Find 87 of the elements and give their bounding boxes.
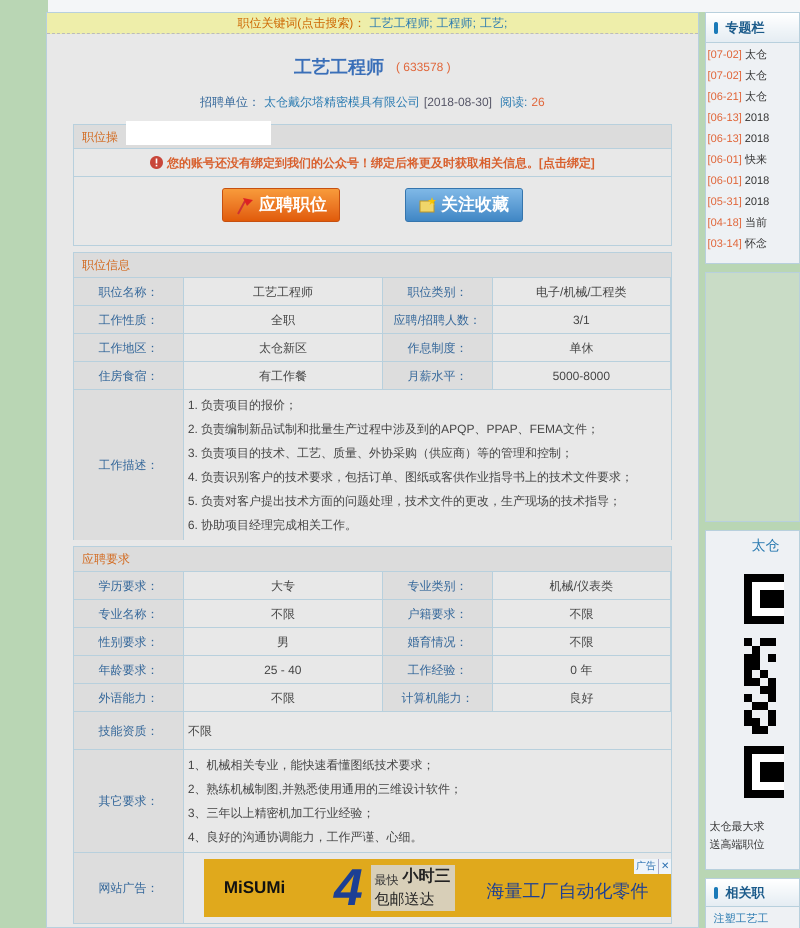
field-label: 网站广告： [74, 853, 184, 923]
header-marker-icon [714, 886, 718, 898]
company-label: 招聘单位： [200, 94, 260, 111]
company-link[interactable]: 太仓戴尔塔精密模具有限公司 [264, 93, 420, 111]
ad-number: 4 [334, 862, 363, 914]
field-label: 计算机能力： [382, 684, 493, 711]
description-line: 4. 负责识别客户的技术要求，包括订单、图纸或客供作业指导书上的技术文件要求； [188, 469, 634, 486]
description-line: 1. 负责项目的报价； [188, 397, 298, 414]
topic-link[interactable]: 2018 [744, 110, 770, 127]
qr-caption: 送高端职位 [708, 838, 766, 853]
section-header: 应聘要求 [82, 551, 130, 568]
related-job-link[interactable]: 注塑工艺工 [706, 907, 799, 928]
field-label: 外语能力： [74, 684, 184, 711]
field-label: 工作地区： [74, 334, 184, 361]
ad-tag: 广告 [634, 859, 658, 874]
topic-link[interactable]: 当前 [744, 215, 767, 232]
field-label: 作息制度： [382, 334, 493, 361]
keyword-label: 职位关键词(点击搜索)： [237, 15, 366, 32]
field-label: 工作性质： [74, 306, 184, 333]
keyword-link[interactable]: 工艺; [480, 14, 508, 32]
topic-link[interactable]: 2018 [744, 173, 770, 190]
field-label: 学历要求： [74, 572, 184, 599]
section-header: 职位信息 [82, 257, 130, 274]
field-label: 职位名称： [74, 278, 184, 305]
description-line: 3. 负责项目的技术、工艺、质量、外协采购（供应商）等的管理和控制； [188, 445, 574, 462]
topic-date: [07-02] [708, 69, 742, 84]
topic-link[interactable]: 快来 [744, 152, 767, 169]
job-id: ( 633578 ) [396, 59, 451, 76]
topic-date: [07-02] [708, 48, 742, 64]
topic-date: [06-01] [708, 153, 742, 168]
topic-date: [04-18] [708, 216, 742, 232]
topic-link[interactable]: 2018 [744, 194, 770, 211]
reads-label: 阅读: [500, 94, 528, 111]
field-label: 月薪水平： [382, 362, 493, 389]
field-label: 技能资质： [74, 712, 184, 749]
field-label: 应聘/招聘人数： [382, 306, 493, 333]
flag-icon [234, 195, 255, 215]
field-label: 年龄要求： [74, 656, 184, 683]
topic-link[interactable]: 太仓 [744, 68, 767, 85]
topic-link[interactable]: 太仓 [744, 89, 767, 106]
description-line: 2、熟练机械制图,并熟悉使用通用的三维设计软件； [188, 781, 463, 798]
reads-count: 26 [531, 94, 545, 111]
description-line: 2. 负责编制新品试制和批量生产过程中涉及到的APQP、PPAP、FEMA文件； [188, 421, 600, 438]
field-label: 其它要求： [74, 750, 184, 852]
description-line: 5. 负责对客户提出技术方面的问题处理，技术文件的更改，生产现场的技术指导； [188, 493, 622, 510]
post-date: [2018-08-30] [424, 94, 492, 111]
topic-date: [03-14] [708, 237, 742, 252]
panel-title: 相关职 [726, 884, 765, 902]
topic-link[interactable]: 2018 [744, 131, 770, 148]
section-header: 职位操 [82, 128, 118, 146]
job-title: 工艺工程师 [294, 56, 384, 78]
field-label: 专业名称： [74, 600, 184, 627]
topic-date: [05-31] [708, 195, 742, 210]
description-line: 4、良好的沟通协调能力，工作严谨、心细。 [188, 829, 424, 846]
field-label: 专业类别： [382, 572, 493, 599]
topic-date: [06-13] [708, 132, 742, 148]
description-line: 不限 [188, 722, 213, 740]
ad-text: 包邮送达 [374, 890, 436, 910]
description-line: 3、三年以上精密机加工行业经验； [188, 805, 376, 822]
topic-date: [06-13] [708, 111, 742, 126]
ad-brand: MiSUMi [224, 877, 286, 900]
field-label: 工作描述： [74, 390, 184, 540]
topic-date: [06-21] [708, 90, 742, 106]
topic-date: [06-01] [708, 174, 742, 190]
topic-link[interactable]: 太仓 [744, 47, 767, 64]
panel-title: 专题栏 [726, 18, 765, 37]
field-label: 性别要求： [74, 628, 184, 655]
field-label: 职位类别： [382, 278, 493, 305]
description-line: 6. 协助项目经理完成相关工作。 [188, 517, 358, 534]
close-button[interactable]: ✕ [658, 859, 671, 874]
field-label: 婚育情况： [382, 628, 493, 655]
field-label: 户籍要求： [382, 600, 493, 627]
field-label: 工作经验： [382, 656, 493, 683]
keyword-link[interactable]: 工艺工程师; [369, 14, 433, 32]
header-marker-icon [714, 22, 718, 34]
ad-text: 小时三 [402, 866, 451, 887]
ad-slogan: 海量工厂自动化零件 [486, 880, 649, 902]
field-label: 住房食宿： [74, 362, 184, 389]
description-line: 1、机械相关专业，能快速看懂图纸技术要求； [188, 757, 436, 774]
qr-title: 太仓 [750, 536, 781, 555]
alert-icon [150, 156, 163, 169]
qr-caption: 太仓最大求 [708, 820, 766, 835]
ad-text: 最快 [374, 872, 399, 889]
keyword-link[interactable]: 工程师; [436, 14, 476, 32]
bind-notice: 您的账号还没有绑定到我们的公众号！绑定后将更及时获取相关信息。[点击绑定] [166, 154, 595, 172]
topic-link[interactable]: 怀念 [744, 236, 767, 253]
folder-star-icon [418, 196, 437, 214]
